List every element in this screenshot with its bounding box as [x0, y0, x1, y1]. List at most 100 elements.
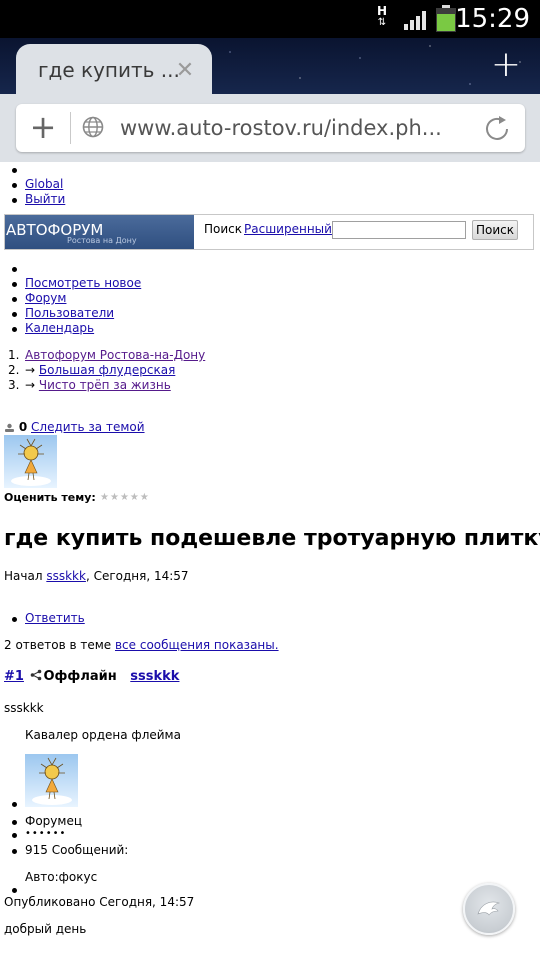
star-icon[interactable]: ★ — [140, 492, 150, 503]
web-page: Global Выйти АВТОФОРУМ Ростова на Дону П… — [0, 162, 540, 960]
topic-started-line: Начал ssskkk, Сегодня, 14:57 — [4, 569, 189, 583]
list-item: Авто:фокус — [0, 870, 128, 898]
breadcrumb-arrow: → — [25, 378, 36, 392]
list-item: Форум — [0, 291, 141, 306]
reply-link[interactable]: Ответить — [25, 611, 85, 625]
list-item — [0, 261, 141, 276]
star-icon[interactable]: ★ — [130, 492, 140, 503]
post-body: добрый день — [4, 922, 87, 936]
list-item: 915 Сообщений: — [0, 843, 128, 858]
star-icon[interactable]: ★ — [110, 492, 120, 503]
rating-stars[interactable]: ★★★★★ — [100, 492, 150, 504]
browser-chrome: где купить ... ✕ + + www.auto-rostov.ru/… — [0, 38, 540, 162]
reload-icon[interactable] — [482, 114, 512, 144]
post-author-link[interactable]: ssskkk — [130, 669, 179, 684]
list-item: Ответить — [0, 611, 85, 626]
star-icon[interactable]: ★ — [100, 492, 110, 503]
started-prefix: Начал — [4, 569, 43, 583]
topic-actions-list: Ответить — [0, 611, 85, 626]
list-item — [0, 754, 128, 814]
post-author-info: Форумец •••••• 915 Сообщений: Авто:фокус — [0, 754, 128, 898]
network-type-label: H — [376, 4, 388, 18]
dolphin-menu-button[interactable] — [463, 883, 515, 935]
post-published: Опубликовано Сегодня, 14:57 — [4, 895, 195, 909]
status-time: 15:29 — [455, 4, 530, 34]
breadcrumb-link-chat[interactable]: Чисто трёп за жизнь — [39, 378, 171, 392]
search-input[interactable] — [332, 221, 466, 239]
list-item: Форумец — [0, 814, 128, 829]
answers-count-text: 2 ответов в теме — [4, 638, 112, 652]
signal-strength-icon — [404, 11, 426, 30]
list-item: Global — [0, 177, 65, 192]
list-item: Посмотреть новое — [0, 276, 141, 291]
breadcrumb-item: 3. → Чисто трёп за жизнь — [8, 378, 205, 393]
nav-link-new[interactable]: Посмотреть новое — [25, 276, 141, 290]
advanced-search-link[interactable]: Расширенный — [244, 222, 332, 236]
follow-row: 0 Следить за темой — [4, 420, 145, 434]
topic-author-link[interactable]: ssskkk — [46, 569, 86, 583]
breadcrumb-number: 3. — [8, 378, 20, 392]
global-link[interactable]: Global — [25, 177, 63, 191]
search-label: Поиск — [204, 222, 243, 236]
post-count: 915 Сообщений: — [25, 843, 129, 857]
main-nav-list: Посмотреть новое Форум Пользователи Кале… — [0, 261, 141, 336]
list-item: •••••• — [0, 829, 128, 843]
topic-author-avatar[interactable] — [4, 435, 57, 488]
forum-header-bar: АВТОФОРУМ Ростова на Дону Поиск Расширен… — [4, 214, 534, 250]
nav-link-users[interactable]: Пользователи — [25, 306, 114, 320]
list-item: Выйти — [0, 192, 65, 207]
search-button[interactable]: Поиск — [472, 220, 518, 240]
topic-title: где купить подешевле тротуарную плитку — [4, 526, 540, 551]
post-author-group: Форумец — [25, 814, 82, 828]
close-tab-icon[interactable]: ✕ — [174, 60, 196, 82]
list-item — [0, 162, 65, 177]
nav-link-forum[interactable]: Форум — [25, 291, 66, 305]
online-status: Оффлайн — [43, 669, 117, 684]
breadcrumb-number: 1. — [8, 348, 20, 362]
logo-subtitle: Ростова на Дону — [67, 236, 137, 245]
answers-count-line: 2 ответов в теме все сообщения показаны. — [4, 638, 279, 652]
battery-icon — [436, 5, 456, 32]
status-bar: H ⇅ 15:29 — [0, 0, 540, 38]
breadcrumb-link-flood[interactable]: Большая флудерская — [39, 363, 175, 377]
globe-icon — [82, 116, 104, 138]
address-bar[interactable]: + www.auto-rostov.ru/index.ph... — [16, 104, 525, 152]
browser-tab[interactable]: где купить ... ✕ — [16, 44, 212, 98]
data-arrows-icon: ⇅ — [377, 17, 387, 28]
followers-icon — [5, 423, 14, 432]
new-tab-button[interactable]: + — [488, 47, 524, 84]
follow-count: 0 — [18, 420, 28, 434]
share-icon[interactable] — [30, 669, 42, 681]
network-indicator: H ⇅ — [374, 5, 390, 29]
forum-logo[interactable]: АВТОФОРУМ Ростова на Дону — [5, 215, 194, 249]
url-text[interactable]: www.auto-rostov.ru/index.ph... — [120, 114, 442, 142]
breadcrumb-item: 2. → Большая флудерская — [8, 363, 205, 378]
list-item: Пользователи — [0, 306, 141, 321]
address-divider — [70, 112, 71, 144]
logout-link[interactable]: Выйти — [25, 192, 65, 206]
nav-link-calendar[interactable]: Календарь — [25, 321, 94, 335]
follow-topic-link[interactable]: Следить за темой — [31, 420, 145, 434]
post-author-avatar[interactable] — [25, 754, 78, 807]
breadcrumb-number: 2. — [8, 363, 20, 377]
list-item: Календарь — [0, 321, 141, 336]
author-car: Авто:фокус — [25, 870, 98, 884]
breadcrumb-item: 1. Автофорум Ростова-на-Дону — [8, 348, 205, 363]
rank-pips: •••••• — [25, 828, 67, 839]
rate-topic-label: Оценить тему: — [4, 491, 96, 504]
breadcrumb-arrow: → — [25, 363, 36, 377]
add-bookmark-icon[interactable]: + — [26, 110, 60, 144]
user-menu-list: Global Выйти — [0, 162, 65, 207]
post-header: #1 Оффлайн ssskkk — [4, 669, 179, 685]
started-time: , Сегодня, 14:57 — [85, 569, 189, 583]
post-author-rank: Кавалер ордена флейма — [25, 728, 181, 742]
all-posts-shown-link[interactable]: все сообщения показаны. — [115, 638, 279, 652]
tab-title: где купить ... — [38, 58, 180, 82]
post-author-name: ssskkk — [4, 701, 44, 715]
dolphin-icon — [477, 901, 501, 916]
browser-toolbar: + www.auto-rostov.ru/index.ph... — [0, 94, 540, 162]
breadcrumb: 1. Автофорум Ростова-на-Дону 2. → Больша… — [8, 348, 205, 393]
post-number-link[interactable]: #1 — [4, 669, 24, 684]
breadcrumb-link-forum[interactable]: Автофорум Ростова-на-Дону — [25, 348, 205, 362]
star-icon[interactable]: ★ — [120, 492, 130, 503]
